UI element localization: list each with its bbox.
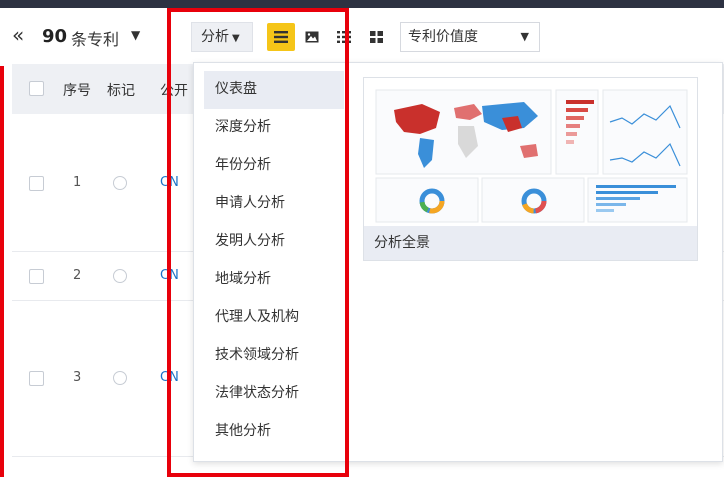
list-view-button[interactable] xyxy=(267,23,295,51)
detail-view-icon xyxy=(337,31,351,43)
sort-caret-down-icon: ▼ xyxy=(520,30,529,43)
mark-circle-icon[interactable] xyxy=(113,269,127,283)
header-publication: 公开 xyxy=(160,83,188,99)
dashboard-card-label: 分析全景 xyxy=(364,226,697,260)
toolbar: « 90 条专利 ▼ 分析 ▼ 专利价值度 ▼ xyxy=(0,8,724,64)
menu-item-applicant-analysis[interactable]: 申请人分析 xyxy=(204,185,344,223)
header-index: 序号 xyxy=(63,83,91,99)
menu-item-inventor-analysis[interactable]: 发明人分析 xyxy=(204,223,344,261)
analyze-button-label: 分析 xyxy=(201,29,229,45)
row-index: 3 xyxy=(73,370,82,385)
publication-link[interactable]: CN xyxy=(160,370,179,385)
collapse-sidebar-icon[interactable]: « xyxy=(12,24,24,46)
patent-count-label: 条专利 xyxy=(71,30,120,49)
mark-circle-icon[interactable] xyxy=(113,371,127,385)
top-bar xyxy=(0,0,724,8)
row-checkbox[interactable] xyxy=(29,371,44,386)
caret-down-icon: ▼ xyxy=(232,33,240,44)
analysis-menu: 仪表盘 深度分析 年份分析 申请人分析 发明人分析 地域分析 代理人及机构 技术… xyxy=(204,71,344,451)
menu-item-deep-analysis[interactable]: 深度分析 xyxy=(204,109,344,147)
sort-select[interactable]: 专利价值度 ▼ xyxy=(400,22,540,52)
red-highlight-edge xyxy=(0,66,4,477)
count-caret-down-icon[interactable]: ▼ xyxy=(131,28,140,42)
row-index: 2 xyxy=(73,268,82,283)
menu-item-tech-field-analysis[interactable]: 技术领域分析 xyxy=(204,337,344,375)
image-view-button[interactable] xyxy=(298,23,326,51)
menu-item-agent-analysis[interactable]: 代理人及机构 xyxy=(204,299,344,337)
analysis-dropdown: 仪表盘 深度分析 年份分析 申请人分析 发明人分析 地域分析 代理人及机构 技术… xyxy=(193,62,723,462)
row-index: 1 xyxy=(73,175,82,190)
menu-item-legal-status-analysis[interactable]: 法律状态分析 xyxy=(204,375,344,413)
publication-link[interactable]: CN xyxy=(160,175,179,190)
header-mark: 标记 xyxy=(107,83,135,99)
grid-view-button[interactable] xyxy=(362,23,390,51)
row-checkbox[interactable] xyxy=(29,269,44,284)
menu-item-year-analysis[interactable]: 年份分析 xyxy=(204,147,344,185)
row-checkbox[interactable] xyxy=(29,176,44,191)
detail-view-button[interactable] xyxy=(330,23,358,51)
image-view-icon xyxy=(305,31,319,43)
menu-item-other-analysis[interactable]: 其他分析 xyxy=(204,413,344,451)
mark-circle-icon[interactable] xyxy=(113,176,127,190)
dashboard-overview-card[interactable]: 分析全景 xyxy=(363,77,698,261)
list-view-icon xyxy=(274,31,288,43)
dashboard-thumbnail xyxy=(374,88,689,224)
sort-select-value: 专利价值度 xyxy=(408,29,478,45)
patent-count: 90 xyxy=(42,26,68,47)
menu-item-dashboard[interactable]: 仪表盘 xyxy=(204,71,344,109)
grid-view-icon xyxy=(369,31,383,43)
publication-link[interactable]: CN xyxy=(160,268,179,283)
select-all-checkbox[interactable] xyxy=(29,81,44,96)
analyze-dropdown-button[interactable]: 分析 ▼ xyxy=(191,22,253,52)
menu-item-region-analysis[interactable]: 地域分析 xyxy=(204,261,344,299)
